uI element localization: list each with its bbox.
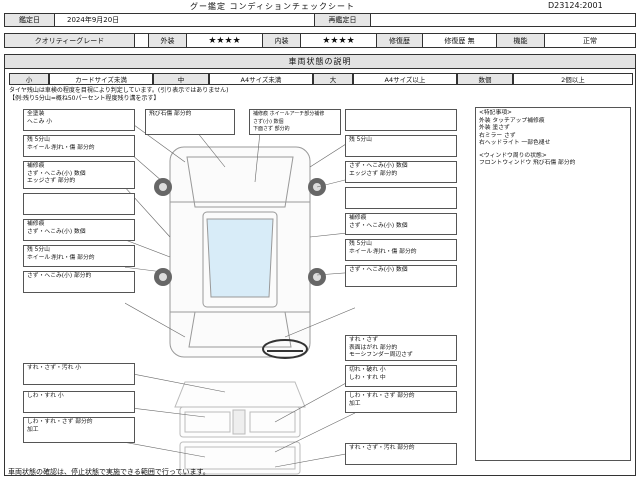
sheet-id: D23124:2001 [548,1,603,10]
reinspect-date-label: 再鑑定日 [315,14,371,26]
window-note-1: フロントウィンドウ 飛び石傷 部分的 [479,160,576,166]
damage-box-interior-dash: すれ・さず・汚れ 小 [23,363,135,385]
special-note-1: 外装 タッチアップ補修痕 [479,117,545,124]
special-notes-title: <特記事項> [479,110,512,116]
legend-size-multiple: 数個 [457,73,513,85]
damage-box-interior-rear-seat-left: しわ・すれ・さず 部分的 加工 [23,417,135,443]
damage-box-left-rear-tire: 残 5分山 ホイール:削れ・傷 部分的 [23,245,135,267]
function-label: 機能 [497,34,545,47]
damage-box-roof: 補修痕 ホイールアーチ部分補修 さず(小) 数個 下面さず 部分的 [249,109,341,135]
legend-size-large: 大 [313,73,353,85]
inspect-date-label: 鑑定日 [5,14,55,26]
repair-history-label: 修復歴 [377,34,423,47]
vehicle-condition-panel: 車両状態の説明 小 カードサイズ未満 中 A4サイズ未満 大 A4サイズ以上 数… [4,54,636,476]
legend-desc-medium: A4サイズ未満 [209,73,313,85]
damage-box-left-front-tire: 残 5分山 ホイール:削れ・傷 部分的 [23,135,135,157]
grades-row: クオリティーグレード 外装 ★★★★ 内装 ★★★★ 修復歴 修復歴 無 機能 … [4,33,636,48]
window-notes-title: <ウィンドウ周りの状態> [479,152,547,159]
damage-box-interior-front-seat-left: しわ・すれ 小 [23,391,135,413]
quality-grade-value [135,34,149,47]
legend-desc-multiple: 2個以上 [513,73,633,85]
sheet-title: グー鑑定 コンディションチェックシート [190,2,355,11]
exterior-label: 外装 [149,34,187,47]
damage-box-left-front: 全塗装 へこみ 小 [23,109,135,131]
special-note-3: 右ミラー さず [479,132,516,139]
size-legend: 小 カードサイズ未満 中 A4サイズ未満 大 A4サイズ以上 数個 2個以上 [9,73,633,85]
damage-box-steering: すれ・さず 表面はがれ 部分的 モーシフンダー周辺さず [345,335,457,361]
damage-box-right-mid [345,187,457,209]
tire-note-2: 【例:残り5分山=概ね50パーセント程度残り溝を示す】 [9,95,160,102]
damage-box-interior-rear-seat-right: しわ・すれ・さず 部分的 加工 [345,391,457,413]
footer-note: 車両状態の確認は、停止状態で実施できる範囲で行っています。 [8,468,210,476]
tire-note-1: タイヤ残山は車検の程度を目視により判定しています。(引り表示ではありません) [9,87,229,94]
interior-label: 内装 [263,34,301,47]
repair-history-value: 修復歴 無 [423,34,497,47]
damage-box-right-front [345,109,457,131]
section-title: 車両状態の説明 [5,55,635,69]
damage-box-left-front-door: 補修痕 さず・へこみ(小) 数個 エッジさず 部分的 [23,161,135,189]
legend-size-small: 小 [9,73,49,85]
damage-box-interior-front-seat-right: 切れ・破れ 小 しわ・すれ 中 [345,365,457,387]
legend-desc-large: A4サイズ以上 [353,73,457,85]
function-value: 正常 [583,36,597,45]
damage-box-left-rear: さず・へこみ(小) 部分的 [23,271,135,293]
car-diagram [125,107,355,480]
damage-box-interior-cargo: すれ・さず・汚れ 部分的 [345,443,457,465]
interior-stars: ★★★★ [301,34,377,47]
damage-box-right-rear-tire: 残 5分山 ホイール:削れ・傷 部分的 [345,239,457,261]
inspect-date-value: 2024年9月20日 [55,14,315,26]
exterior-stars: ★★★★ [187,34,263,47]
damage-box-right-front-tire: 残 5分山 [345,135,457,157]
legend-desc-small: カードサイズ未満 [49,73,153,85]
legend-size-medium: 中 [153,73,209,85]
damage-box-left-rear-door: 補修痕 さず・へこみ(小) 数個 [23,219,135,241]
reinspect-date-value [371,14,635,26]
damage-box-right-rear-door: 補修痕 さず・へこみ(小) 数個 [345,213,457,235]
damage-box-right-rear: さず・へこみ(小) 数個 [345,265,457,287]
quality-grade-label: クオリティーグレード [5,34,135,47]
special-note-4: 右ヘッドライト 一部色褪せ [479,140,551,146]
special-note-2: 外装 塗さず [479,125,510,131]
dates-row: 鑑定日 2024年9月20日 再鑑定日 [4,13,636,27]
damage-box-left-mid [23,193,135,215]
damage-box-windshield: 飛び石傷 部分的 [145,109,235,135]
special-notes-panel: <特記事項> 外装 タッチアップ補修痕 外装 塗さず 右ミラー さず 右ヘッドラ… [475,107,631,461]
damage-box-right-front-door: さず・へこみ(小) 数個 エッジさず 部分的 [345,161,457,183]
